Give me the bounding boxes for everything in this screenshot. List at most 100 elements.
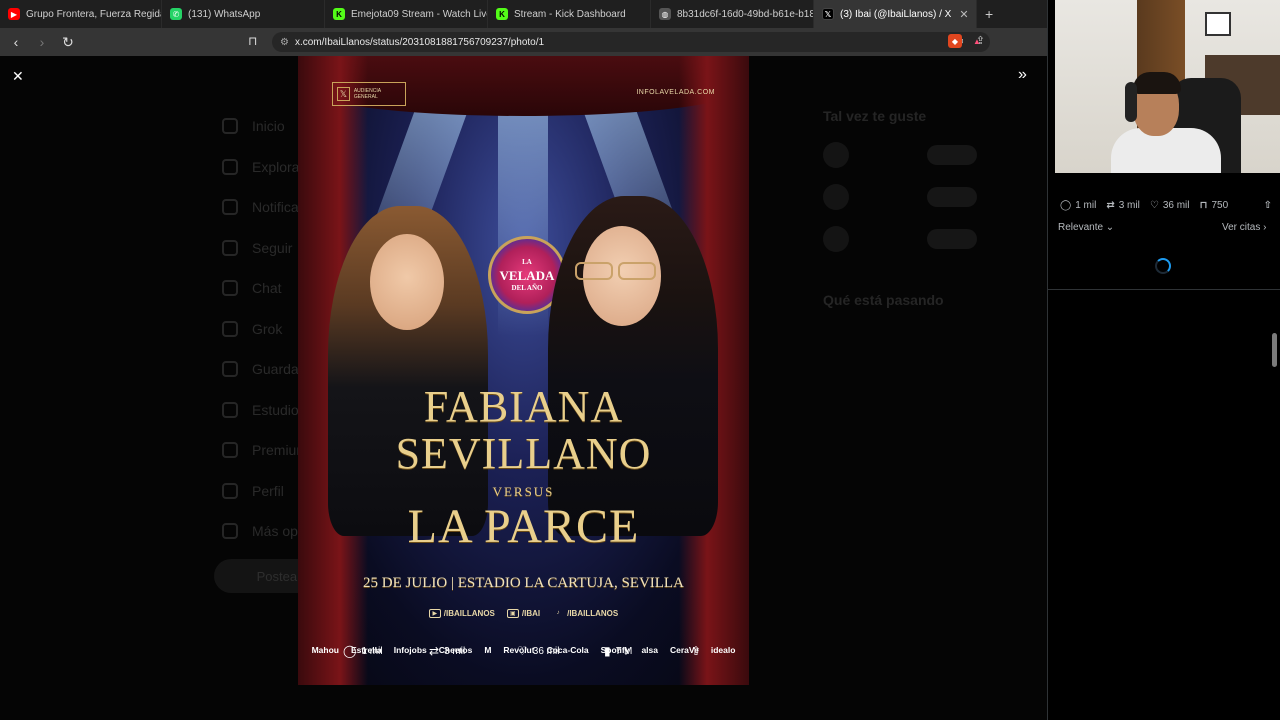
reply-icon: ◯ xyxy=(343,644,357,658)
heart-icon: ♡ xyxy=(1149,200,1159,211)
x-page: Inicio Explorar Notificaciones Seguir Ch… xyxy=(0,56,1047,720)
close-media-icon[interactable]: ✕ xyxy=(12,68,24,85)
side-share-button[interactable]: ⇧ xyxy=(1264,200,1272,211)
reply-button[interactable]: ◯ 1 mil xyxy=(343,644,383,658)
bg-suggest-row xyxy=(823,226,977,252)
forward-icon[interactable]: › xyxy=(32,34,52,50)
side-like-button[interactable]: ♡ 36 mil xyxy=(1150,200,1190,211)
fighter1-last-name: SEVILLANO xyxy=(395,429,652,478)
versus-text: VERSUS xyxy=(492,484,555,499)
bg-nav-label: Inicio xyxy=(252,118,285,135)
poster-image: 𝕏 AUDIENCIA GENERAL INFOLAVELADA.COM LA … xyxy=(298,56,749,685)
loading-spinner-icon xyxy=(1155,258,1171,274)
tab-kick-stream[interactable]: K Emejota09 Stream - Watch Live on K xyxy=(325,0,488,28)
side-repost-button[interactable]: ⇄ 3 mil xyxy=(1106,200,1140,211)
social-tiktok: ♪ /IBAILLANOS xyxy=(552,609,619,618)
bg-nav-label: Perfil xyxy=(252,482,284,499)
youtube-icon: ▶ xyxy=(8,8,20,20)
views-button[interactable]: ▮ 7 M xyxy=(604,644,632,658)
search-icon xyxy=(222,158,238,175)
browser-tab-bar: ▶ Grupo Frontera, Fuerza Regida - ✆ (131… xyxy=(0,0,1055,28)
grok-icon xyxy=(222,320,238,337)
mail-icon xyxy=(222,280,238,297)
poster-website: INFOLAVELADA.COM xyxy=(636,89,715,96)
views-count: 7 M xyxy=(615,645,633,657)
avatar xyxy=(823,226,849,252)
social-twitch: ▣/IBAI xyxy=(506,609,541,618)
tab-whatsapp[interactable]: ✆ (131) WhatsApp xyxy=(162,0,325,28)
back-icon[interactable]: ‹ xyxy=(6,34,26,50)
like-button[interactable]: ♡ 36 mil xyxy=(517,644,559,658)
avatar xyxy=(823,142,849,168)
social-label: /IBAILLANOS xyxy=(567,609,619,618)
twitch-icon: ▣ xyxy=(506,609,519,618)
brave-rewards-icon[interactable]: ▲ xyxy=(970,34,984,48)
emblem-line3: DEL AÑO xyxy=(511,283,543,292)
bookmark-icon xyxy=(222,361,238,378)
studio-icon xyxy=(222,401,238,418)
tab-uuid[interactable]: ◍ 8b31dc6f-16d0-49bd-b61e-b180c3c xyxy=(651,0,814,28)
bg-follow-button xyxy=(927,187,977,207)
sort-dropdown[interactable]: Relevante ⌄ xyxy=(1058,222,1114,233)
bookmark-icon[interactable]: ⊓ xyxy=(248,34,257,48)
glasses-right-lens xyxy=(618,262,656,280)
quotes-label: Ver citas xyxy=(1222,222,1261,233)
bg-nav-label: Explorar xyxy=(252,158,305,175)
chevron-right-icon: › xyxy=(1260,222,1267,233)
bg-follow-button xyxy=(927,229,977,249)
bell-icon xyxy=(222,199,238,216)
tab-title: 8b31dc6f-16d0-49bd-b61e-b180c3c xyxy=(677,8,814,20)
analytics-icon: ▮ xyxy=(604,644,611,658)
background-right-column: Tal vez te guste Qué está pasando xyxy=(823,108,977,326)
tab-kick-dashboard[interactable]: K Stream - Kick Dashboard xyxy=(488,0,651,28)
brave-shield-icon[interactable]: ◆ xyxy=(948,34,962,48)
url-text: x.com/IbaiLlanos/status/2031081881756709… xyxy=(294,36,545,48)
tab-title: Grupo Frontera, Fuerza Regida - xyxy=(26,8,162,20)
bg-nav-label: Estudio xyxy=(252,401,299,418)
audience-badge: 𝕏 AUDIENCIA GENERAL xyxy=(332,82,406,106)
more-icon xyxy=(222,523,238,540)
headphones-icon xyxy=(1125,82,1137,122)
close-tab-icon[interactable]: ✕ xyxy=(951,8,968,21)
site-settings-icon[interactable]: ⚙ xyxy=(280,37,289,48)
new-tab-button[interactable]: + xyxy=(977,6,1001,22)
address-bar[interactable]: ⚙ x.com/IbaiLlanos/status/20310818817567… xyxy=(272,32,990,52)
media-action-bar: ◯ 1 mil ⇄ 3 mil ♡ 36 mil ▮ 7 M ⇧ xyxy=(298,637,749,665)
emblem-line1: LA xyxy=(522,257,532,266)
share-icon: ⇧ xyxy=(1263,200,1272,211)
emblem-line2: VELADA xyxy=(499,267,555,283)
tab-title: Stream - Kick Dashboard xyxy=(514,8,626,20)
like-count: 36 mil xyxy=(532,645,560,657)
heart-icon: ♡ xyxy=(517,644,528,658)
social-label: /IBAILLANOS xyxy=(443,609,495,618)
side-reply-button[interactable]: ◯ 1 mil xyxy=(1060,200,1096,211)
reply-count: 1 mil xyxy=(361,645,383,657)
side-stats-row: ◯ 1 mil ⇄ 3 mil ♡ 36 mil ⊓ 750 ⇧ xyxy=(1060,200,1272,211)
side-bookmark-button[interactable]: ⊓ 750 xyxy=(1200,200,1229,211)
kick-icon: K xyxy=(333,8,345,20)
share-icon: ⇧ xyxy=(691,644,702,658)
expand-panel-icon[interactable]: » xyxy=(1018,66,1027,84)
side-reply-count: 1 mil xyxy=(1075,200,1097,211)
badge-text: AUDIENCIA GENERAL xyxy=(353,88,381,100)
fighter2-name: LA PARCE xyxy=(407,500,640,553)
share-button[interactable]: ⇧ xyxy=(691,644,701,658)
quotes-link[interactable]: Ver citas › xyxy=(1222,222,1266,233)
webcam-person-hair xyxy=(1133,72,1181,94)
repost-icon: ⇄ xyxy=(429,644,440,658)
avatar xyxy=(823,184,849,210)
tab-x-active[interactable]: 𝕏 (3) Ibai (@IbaiLlanos) / X ✕ xyxy=(814,0,977,28)
repost-button[interactable]: ⇄ 3 mil xyxy=(429,644,465,658)
kick-icon: K xyxy=(496,8,508,20)
reload-icon[interactable]: ↻ xyxy=(58,34,78,51)
social-youtube: ▶/IBAILLANOS xyxy=(428,609,495,618)
webcam-person-body xyxy=(1111,128,1221,173)
tab-youtube[interactable]: ▶ Grupo Frontera, Fuerza Regida - xyxy=(0,0,162,28)
social-label: /IBAI xyxy=(521,609,541,618)
bookmark-icon: ⊓ xyxy=(1199,200,1208,211)
browser-nav-bar: ‹ › ↻ ⊓ ⚙ x.com/IbaiLlanos/status/203108… xyxy=(0,28,1055,56)
bg-nav-label: Chat xyxy=(252,280,282,297)
scrollbar-thumb[interactable] xyxy=(1272,333,1277,367)
home-icon xyxy=(222,118,238,135)
reply-icon: ◯ xyxy=(1060,200,1072,211)
